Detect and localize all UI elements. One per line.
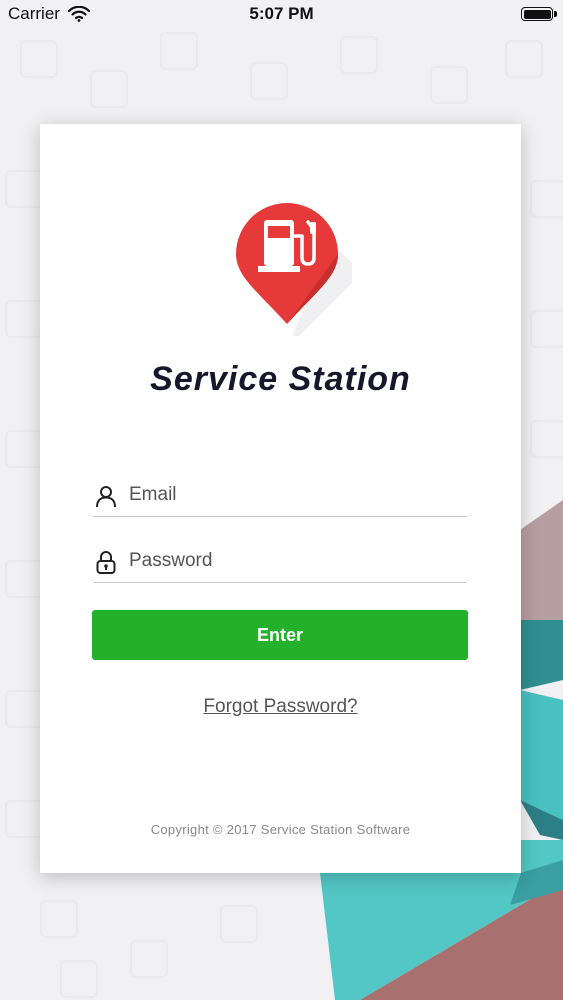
email-input[interactable] [129, 478, 459, 512]
enter-button[interactable]: Enter [92, 610, 468, 660]
app-title: Service Station [150, 360, 411, 398]
battery-cap [554, 11, 557, 17]
user-icon [96, 486, 116, 508]
login-card: Service Station Enter Forgot Password? C… [40, 124, 521, 873]
battery-icon [521, 7, 553, 21]
forgot-password-link[interactable]: Forgot Password? [40, 696, 521, 718]
fuel-pump-pin-icon [236, 203, 352, 336]
status-time: 5:07 PM [249, 4, 314, 23]
status-bar: Carrier 5:07 PM [0, 0, 563, 30]
lock-icon [96, 551, 116, 574]
password-field-row [93, 542, 467, 583]
email-field-row [93, 476, 467, 517]
password-input[interactable] [129, 544, 459, 578]
copyright-text: Copyright © 2017 Service Station Softwar… [150, 822, 411, 837]
